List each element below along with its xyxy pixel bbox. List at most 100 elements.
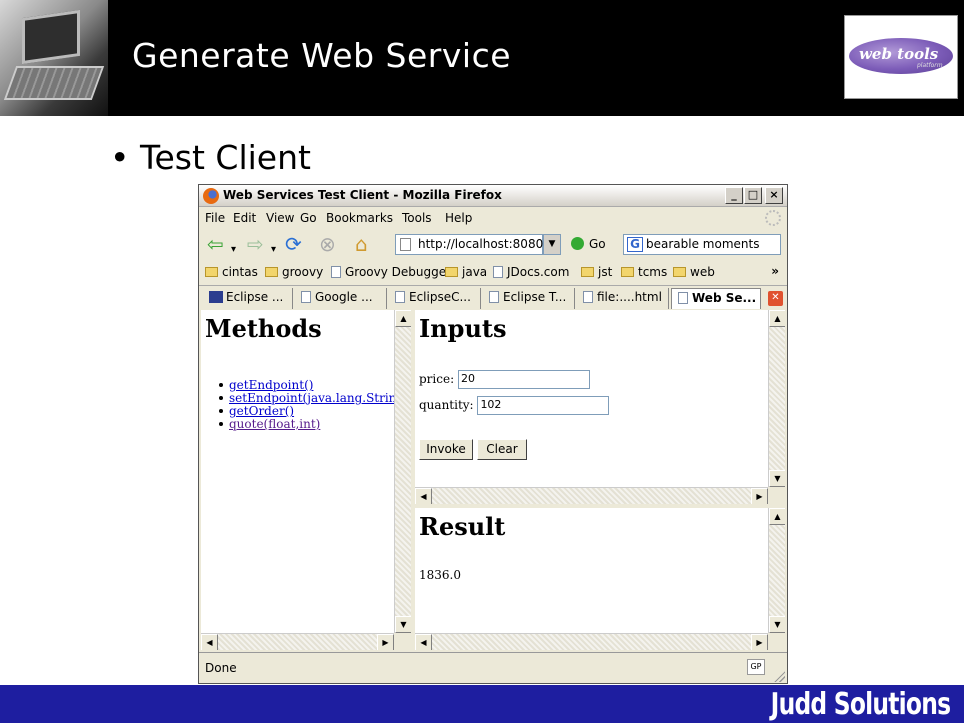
inputs-horizontal-scrollbar[interactable]: ◀ ▶ [415, 487, 768, 504]
menu-go[interactable]: Go [300, 211, 317, 225]
status-bar: Done GP [199, 652, 787, 684]
menu-bookmarks[interactable]: Bookmarks [326, 211, 393, 225]
inputs-vertical-scrollbar[interactable]: ▲ ▼ [768, 310, 785, 487]
bookmark-folder[interactable]: jst [581, 265, 612, 279]
slide-title: Generate Web Service [132, 36, 512, 75]
methods-list: getEndpoint() setEndpoint(java.lang.Stri… [219, 378, 411, 431]
slide-footer: Judd Solutions [0, 685, 964, 723]
page-icon [493, 266, 503, 278]
stop-icon[interactable]: ⊗ [319, 234, 336, 254]
scroll-right-icon[interactable]: ▶ [377, 634, 394, 650]
folder-icon [205, 267, 218, 277]
page-icon [395, 291, 405, 303]
menu-help[interactable]: Help [445, 211, 472, 225]
scroll-down-icon[interactable]: ▼ [769, 470, 785, 487]
scroll-right-icon[interactable]: ▶ [751, 634, 768, 650]
menu-bar: File Edit View Go Bookmarks Tools Help [199, 208, 787, 228]
logo-text: web tools [859, 45, 939, 63]
methods-heading: Methods [205, 314, 322, 343]
navigation-toolbar: ⇦ ▾ ⇨ ▾ ⟳ ⊗ ⌂ http://localhost:8080 ▼ Go… [199, 229, 787, 259]
logo-subtext: platform [917, 62, 943, 69]
folder-icon [581, 267, 594, 277]
scroll-up-icon[interactable]: ▲ [769, 508, 785, 525]
search-input[interactable]: G bearable moments [623, 234, 781, 255]
laptop-image [0, 0, 108, 116]
price-label: price: [419, 372, 455, 386]
window-title: Web Services Test Client - Mozilla Firef… [223, 188, 502, 202]
scroll-up-icon[interactable]: ▲ [395, 310, 411, 327]
folder-icon [621, 267, 634, 277]
scroll-left-icon[interactable]: ◀ [201, 634, 218, 650]
inputs-frame: Inputs price: 20 quantity: 102 Invoke Cl… [415, 310, 785, 504]
url-dropdown-button[interactable]: ▼ [543, 234, 561, 255]
url-input[interactable]: http://localhost:8080 [395, 234, 543, 255]
bookmark-page[interactable]: Groovy Debugger [331, 265, 451, 279]
method-link-quote[interactable]: quote(float,int) [229, 417, 320, 431]
method-link-setendpoint[interactable]: setEndpoint(java.lang.Strin [229, 391, 396, 405]
scroll-down-icon[interactable]: ▼ [395, 616, 411, 633]
resize-grip-icon[interactable] [773, 670, 785, 682]
page-icon [489, 291, 499, 303]
bookmarks-overflow-button[interactable]: » [771, 264, 779, 278]
footer-brand: Judd Solutions [770, 687, 950, 722]
reload-icon[interactable]: ⟳ [285, 234, 302, 254]
forward-icon[interactable]: ⇨ [247, 234, 264, 254]
scroll-right-icon[interactable]: ▶ [751, 488, 768, 504]
back-icon[interactable]: ⇦ [207, 234, 224, 254]
slide-bullet: • Test Client [110, 138, 311, 177]
slide-header: Generate Web Service web tools platform [0, 0, 964, 116]
page-icon [678, 292, 688, 304]
scroll-down-icon[interactable]: ▼ [769, 616, 785, 633]
result-vertical-scrollbar[interactable]: ▲ ▼ [768, 508, 785, 633]
methods-vertical-scrollbar[interactable]: ▲ ▼ [394, 310, 411, 633]
bookmark-folder[interactable]: cintas [205, 265, 258, 279]
bookmark-page[interactable]: JDocs.com [493, 265, 569, 279]
method-link-getendpoint[interactable]: getEndpoint() [229, 378, 313, 392]
quantity-row: quantity: 102 [419, 396, 610, 415]
bookmarks-toolbar: cintas groovy Groovy Debugger java JDocs… [199, 261, 787, 283]
bookmark-folder[interactable]: web [673, 265, 715, 279]
scroll-up-icon[interactable]: ▲ [769, 310, 785, 327]
menu-view[interactable]: View [266, 211, 294, 225]
window-titlebar[interactable]: Web Services Test Client - Mozilla Firef… [199, 185, 787, 207]
go-label: Go [589, 237, 606, 251]
scroll-left-icon[interactable]: ◀ [415, 488, 432, 504]
price-row: price: 20 [419, 370, 590, 389]
quantity-field[interactable]: 102 [477, 396, 610, 415]
close-tab-icon[interactable]: ✕ [768, 291, 783, 306]
firefox-window: Web Services Test Client - Mozilla Firef… [198, 184, 788, 684]
tab-eclipse-t[interactable]: Eclipse T... [483, 288, 575, 309]
clear-button[interactable]: Clear [477, 439, 527, 460]
result-value: 1836.0 [419, 568, 461, 582]
scroll-left-icon[interactable]: ◀ [415, 634, 432, 650]
folder-icon [673, 267, 686, 277]
price-field[interactable]: 20 [457, 370, 590, 389]
menu-file[interactable]: File [205, 211, 225, 225]
inputs-heading: Inputs [419, 314, 507, 343]
menu-tools[interactable]: Tools [402, 211, 432, 225]
bookmark-folder[interactable]: groovy [265, 265, 323, 279]
tab-google[interactable]: Google ... [295, 288, 387, 309]
method-link-getorder[interactable]: getOrder() [229, 404, 294, 418]
maximize-button[interactable]: □ [744, 187, 762, 204]
tab-eclipse[interactable]: Eclipse ... [203, 288, 293, 309]
go-button[interactable]: Go [571, 237, 606, 251]
menu-edit[interactable]: Edit [233, 211, 256, 225]
result-frame: Result 1836.0 ▲ ▼ ◀ ▶ [415, 508, 785, 650]
quantity-label: quantity: [419, 398, 474, 412]
methods-horizontal-scrollbar[interactable]: ◀ ▶ [201, 633, 394, 650]
result-horizontal-scrollbar[interactable]: ◀ ▶ [415, 633, 768, 650]
home-icon[interactable]: ⌂ [355, 234, 368, 254]
bookmark-folder[interactable]: tcms [621, 265, 667, 279]
tab-file[interactable]: file:....html [577, 288, 669, 309]
forward-dropdown-icon[interactable]: ▾ [271, 240, 276, 260]
minimize-button[interactable]: _ [725, 187, 743, 204]
close-button[interactable]: × [765, 187, 783, 204]
invoke-button[interactable]: Invoke [419, 439, 473, 460]
eclipse-icon [209, 291, 223, 303]
bookmark-folder[interactable]: java [445, 265, 487, 279]
tab-web-services[interactable]: Web Se... [671, 288, 761, 309]
page-icon [331, 266, 341, 278]
back-dropdown-icon[interactable]: ▾ [231, 240, 236, 260]
tab-eclipsec[interactable]: EclipseC... [389, 288, 481, 309]
